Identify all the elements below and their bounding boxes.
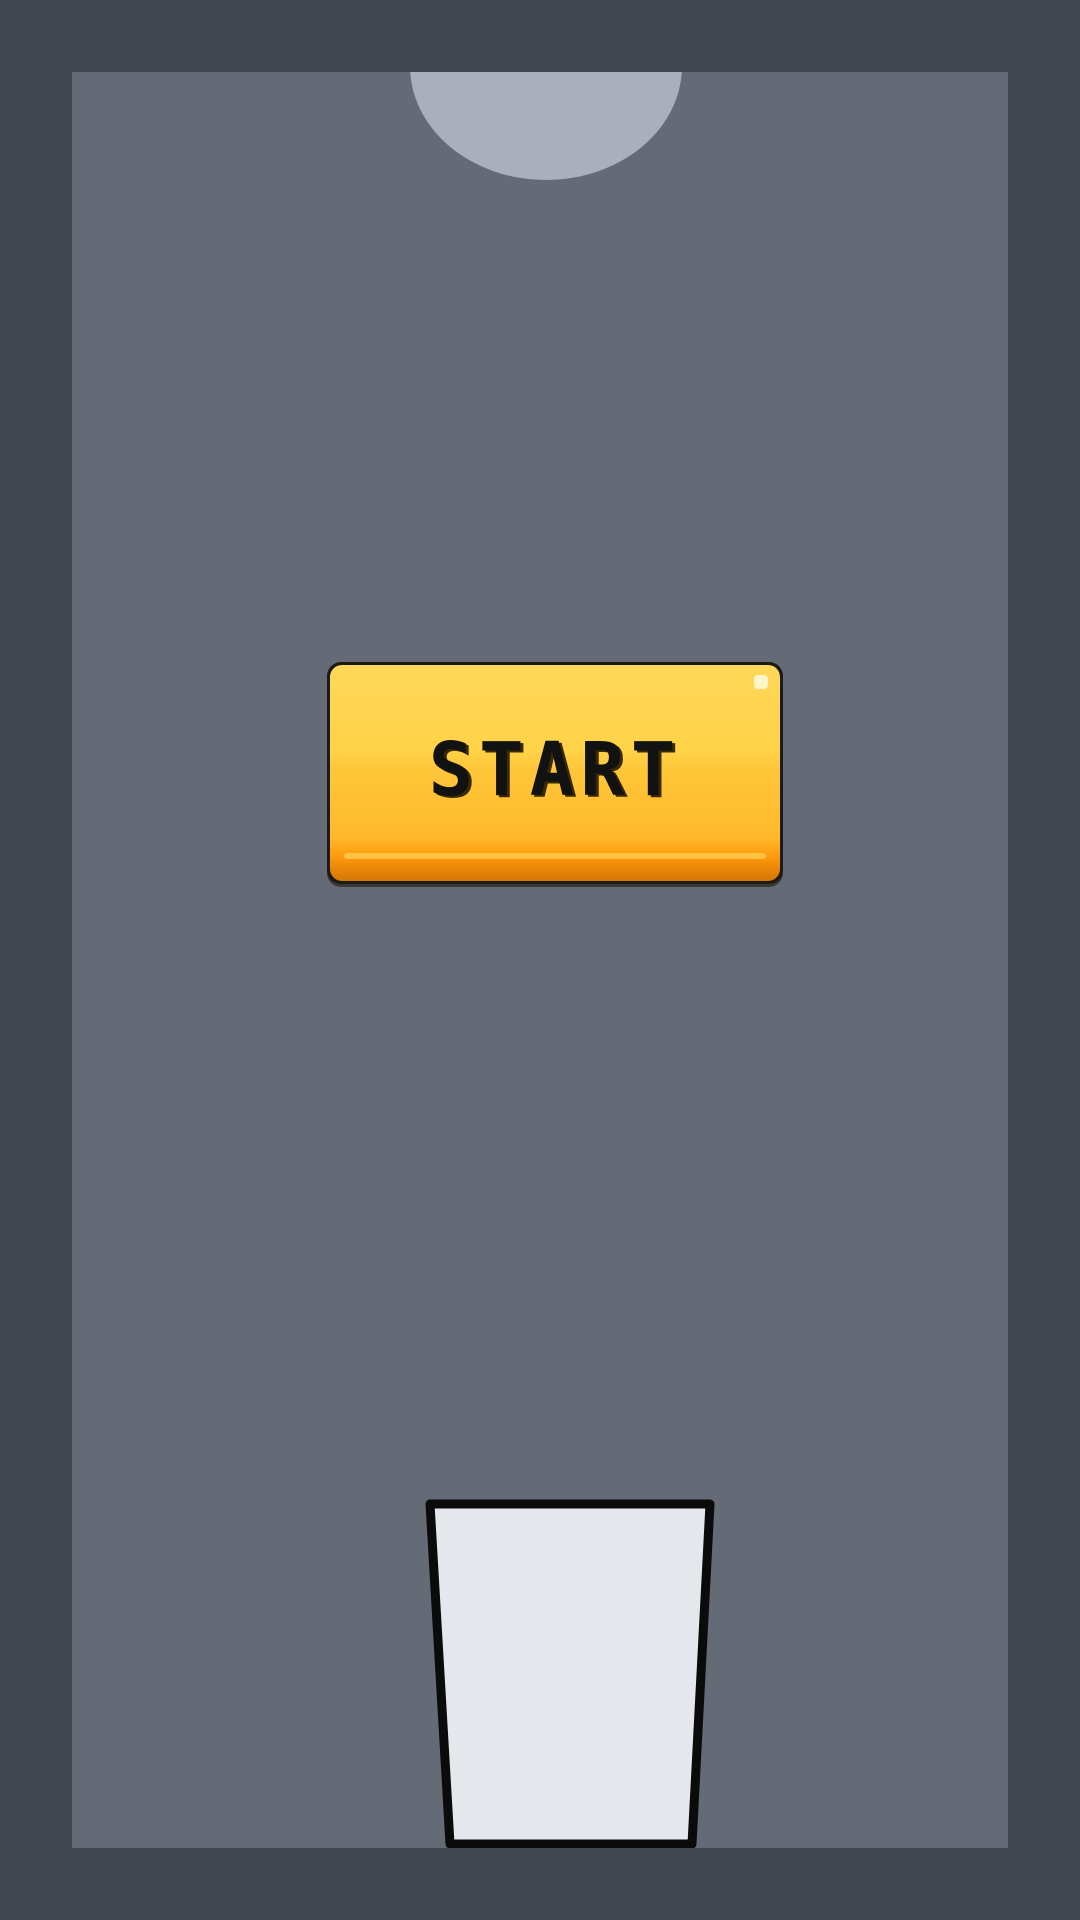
- start-button-face: START: [330, 665, 780, 881]
- game-screen: START: [0, 0, 1080, 1920]
- start-button-label: START: [428, 727, 682, 813]
- playfield: START: [72, 72, 1008, 1848]
- start-button[interactable]: START: [327, 662, 783, 884]
- cup-icon: [425, 1499, 715, 1848]
- button-shine: [754, 675, 768, 689]
- cup-body: [425, 1499, 715, 1848]
- button-lip: [344, 853, 766, 859]
- ball-dispenser-icon: [410, 72, 682, 180]
